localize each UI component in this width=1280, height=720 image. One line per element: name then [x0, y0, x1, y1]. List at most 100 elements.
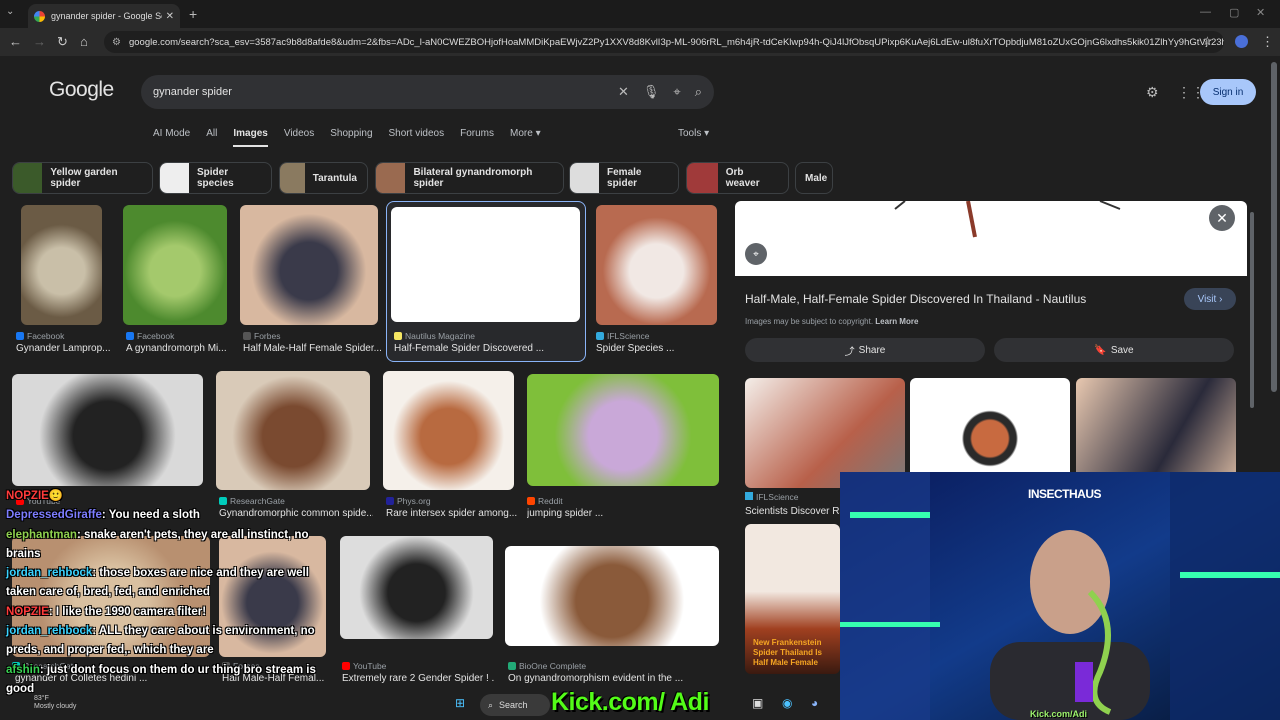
site-info-icon[interactable]: ⚙: [112, 37, 121, 48]
result-thumbnail[interactable]: [123, 205, 227, 325]
chip-thumbnail: [687, 163, 718, 193]
result-caption[interactable]: A gynandromorph Mi...: [126, 343, 227, 354]
taskbar-chrome-icon[interactable]: ◉: [782, 696, 792, 710]
copyright-note: Images may be subject to copyright. Lear…: [745, 317, 919, 326]
chip-tarantula[interactable]: Tarantula: [279, 162, 368, 194]
result-source[interactable]: IFLScience: [596, 331, 650, 341]
learn-more-link[interactable]: Learn More: [875, 317, 918, 326]
chip-thumbnail: [13, 163, 43, 193]
reload-icon[interactable]: ↻: [57, 34, 68, 50]
back-icon[interactable]: ←: [9, 34, 22, 49]
chip-yellow-garden-spider[interactable]: Yellow garden spider: [12, 162, 153, 194]
close-window-icon[interactable]: ✕: [1256, 6, 1265, 19]
chip-bilateral-gynandromorph-spider[interactable]: Bilateral gynandromorph spider: [375, 162, 564, 194]
result-caption[interactable]: Gynander Lamprop...: [16, 343, 111, 354]
visit-button[interactable]: Visit ›: [1184, 288, 1236, 310]
lens-icon[interactable]: ⌖: [673, 84, 680, 100]
tab-search-icon[interactable]: ⌄: [6, 6, 14, 17]
sign-in-button[interactable]: Sign in: [1200, 79, 1256, 105]
result-source[interactable]: Phys.org: [386, 496, 431, 506]
new-tab-icon[interactable]: +: [189, 6, 197, 22]
result-source[interactable]: Reddit: [527, 496, 563, 506]
tab-videos[interactable]: Videos: [284, 128, 314, 147]
bookmark-star-icon[interactable]: ☆: [1202, 34, 1213, 48]
result-caption[interactable]: Spider Species ...: [596, 343, 674, 354]
chip-thumbnail: [280, 163, 305, 193]
settings-gear-icon[interactable]: ⚙: [1146, 84, 1159, 101]
minimize-icon[interactable]: —: [1200, 6, 1211, 18]
result-thumbnail[interactable]: [527, 374, 719, 486]
bookmark-icon: 🔖: [1094, 344, 1107, 356]
chat-username: DepressedGiraffe: [6, 509, 102, 522]
panel-scrollbar[interactable]: [1250, 212, 1254, 408]
profile-avatar[interactable]: [1235, 35, 1248, 48]
chat-message: elephantman: snake aren't pets, they are…: [6, 526, 336, 565]
tab-forums[interactable]: Forums: [460, 128, 494, 147]
chip-male[interactable]: Male: [795, 162, 833, 194]
result-thumbnail[interactable]: [391, 207, 580, 322]
clear-icon[interactable]: ✕: [618, 84, 629, 100]
address-bar[interactable]: ⚙ google.com/search?sca_esv=3587ac9b8d8a…: [104, 31, 1224, 53]
chat-username: jordan_rehbock: [6, 567, 93, 580]
chip-spider-species[interactable]: Spider species: [159, 162, 272, 194]
result-thumbnail[interactable]: [240, 205, 378, 325]
related-image-4[interactable]: New Frankenstein Spider Thailand Is Half…: [745, 524, 840, 674]
result-thumbnail[interactable]: [216, 371, 370, 490]
tools-menu[interactable]: Tools ▾: [678, 128, 709, 139]
page-scrollbar[interactable]: [1271, 62, 1277, 392]
save-button[interactable]: 🔖 Save: [994, 338, 1234, 362]
preview-image[interactable]: [735, 200, 1247, 276]
tab-all[interactable]: All: [206, 128, 217, 147]
taskbar-app-icon[interactable]: ▣: [752, 696, 763, 710]
forward-icon[interactable]: →: [33, 34, 46, 49]
home-icon[interactable]: ⌂: [80, 34, 88, 49]
webcam-kick-label: Kick.com/Adi: [1030, 709, 1088, 719]
result-source[interactable]: BioOne Complete: [508, 661, 586, 671]
tab-shopping[interactable]: Shopping: [330, 128, 372, 147]
result-source[interactable]: Facebook: [16, 331, 64, 341]
windows-start-icon[interactable]: ⊞: [455, 696, 465, 710]
result-caption[interactable]: Rare intersex spider among...: [386, 508, 517, 519]
chip-label: Orb weaver: [725, 167, 760, 189]
source-favicon-icon: [596, 332, 604, 340]
result-caption[interactable]: Half Male-Half Female Spider...: [243, 343, 382, 354]
tab-ai-mode[interactable]: AI Mode: [153, 128, 190, 147]
search-icon[interactable]: ⌕: [695, 84, 702, 100]
result-caption[interactable]: Half-Female Spider Discovered ...: [394, 343, 544, 354]
tab-more[interactable]: More ▾: [510, 128, 541, 147]
result-source[interactable]: Facebook: [126, 331, 174, 341]
result-caption[interactable]: On gynandromorphism evident in the ...: [508, 673, 683, 684]
result-source[interactable]: Forbes: [243, 331, 280, 341]
browser-tab[interactable]: gynander spider - Google Search ✕: [28, 4, 180, 28]
taskbar-search[interactable]: ⌕ Search: [480, 694, 550, 716]
result-thumbnail[interactable]: [12, 374, 203, 486]
result-source[interactable]: Nautilus Magazine: [394, 331, 475, 341]
result-thumbnail[interactable]: [383, 371, 514, 490]
maximize-icon[interactable]: ▢: [1229, 6, 1239, 19]
result-thumbnail[interactable]: [505, 546, 719, 646]
preview-title[interactable]: Half-Male, Half-Female Spider Discovered…: [745, 292, 1086, 306]
close-preview-icon[interactable]: ✕: [1209, 205, 1235, 231]
share-button[interactable]: ⤴ Share: [745, 338, 985, 362]
related-caption[interactable]: Scientists Discover Rare: [745, 506, 854, 517]
menu-icon[interactable]: ⋮: [1261, 34, 1274, 50]
lens-search-icon[interactable]: ⌖: [745, 243, 767, 265]
chip-female-spider[interactable]: Female spider: [569, 162, 679, 194]
taskbar-discord-icon[interactable]: ◕: [811, 696, 818, 710]
chat-text: 🙂: [48, 490, 64, 502]
mic-icon[interactable]: 🎙: [643, 84, 660, 100]
result-thumbnail[interactable]: [596, 205, 717, 325]
tab-images[interactable]: Images: [233, 128, 268, 147]
search-box[interactable]: gynander spider ✕ 🎙 ⌖ ⌕: [141, 75, 714, 109]
result-thumbnail[interactable]: [21, 205, 102, 325]
google-logo[interactable]: Google: [49, 78, 114, 102]
tab-short-videos[interactable]: Short videos: [389, 128, 445, 147]
search-input[interactable]: gynander spider: [153, 86, 604, 98]
result-source[interactable]: YouTube: [342, 661, 386, 671]
result-caption[interactable]: jumping spider ...: [527, 508, 603, 519]
result-caption[interactable]: Extremely rare 2 Gender Spider ! ...: [342, 673, 495, 684]
chip-orb-weaver[interactable]: Orb weaver: [686, 162, 789, 194]
close-tab-icon[interactable]: ✕: [166, 11, 174, 22]
result-thumbnail[interactable]: [340, 536, 493, 639]
source-favicon-icon: [527, 497, 535, 505]
